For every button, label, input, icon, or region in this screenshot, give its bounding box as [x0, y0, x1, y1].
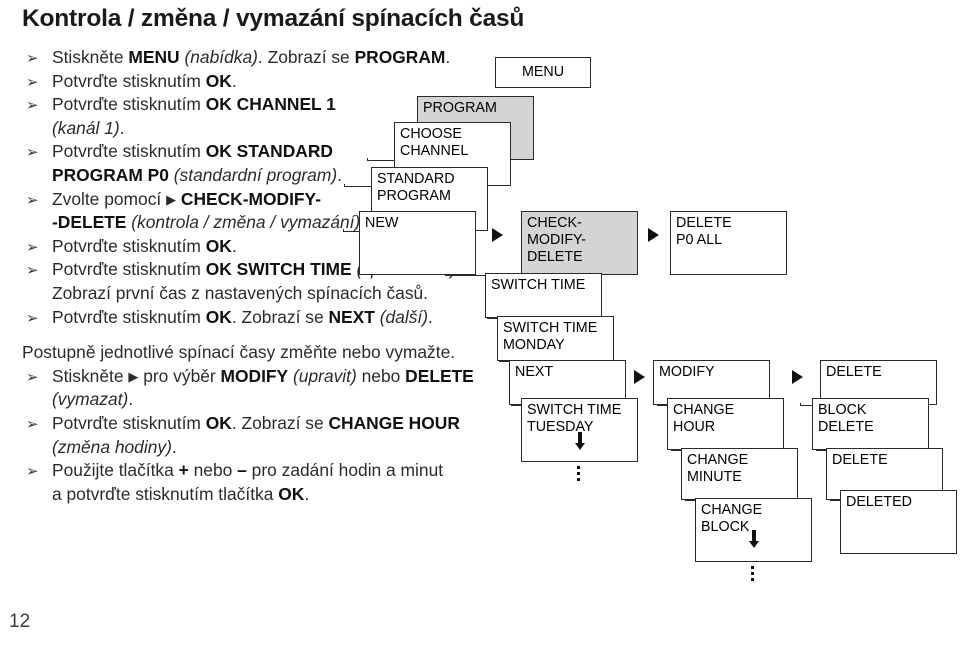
diagram-node-new: NEW [359, 211, 476, 275]
instruction-line: Stiskněte ▶ pro výběr MODIFY (upravit) n… [52, 365, 474, 386]
bullet-arrow-icon: ➢ [26, 144, 39, 162]
instruction-line: Použijte tlačítka + nebo – pro zadání ho… [52, 460, 444, 481]
diagram-node-switch-time: SWITCH TIME [485, 273, 602, 318]
bullet-arrow-icon: ➢ [26, 191, 39, 209]
arrow-head [749, 541, 759, 548]
bullet-arrow-icon: ➢ [26, 50, 39, 67]
instruction-item: ➢ Potvrďte stisknutím OK. Zobrazí se NEXT… [22, 306, 522, 330]
diagram-node-change-minute: CHANGE MINUTE [681, 448, 798, 500]
ellipsis-dot [751, 578, 754, 581]
instruction-line: a potvrďte stisknutím tlačítka OK. [52, 483, 310, 504]
diagram-node-switch-time-tuesday: SWITCH TIME TUESDAY [521, 398, 638, 462]
instruction-line: Potvrďte stisknutím OK. Zobrazí se CHANG… [52, 412, 460, 433]
diagram-node-deleted: DELETED [840, 490, 957, 554]
page-title: Kontrola / změna / vymazání spínacích ča… [22, 5, 525, 32]
instruction-item: Postupně jednotlivé spínací časy změňte … [22, 341, 522, 365]
bullet-arrow-icon: ➢ [26, 463, 39, 481]
instruction-item: ➢ Použijte tlačítka + nebo – pro zadání h… [22, 459, 522, 506]
ellipsis-dot [751, 566, 754, 569]
instruction-item: ➢ Stiskněte MENU (nabídka). Zobrazí se PR… [22, 46, 522, 70]
ellipsis-dot [577, 466, 580, 469]
instruction-spacer [22, 329, 522, 341]
instruction-line: Potvrďte stisknutím OK. Zobrazí se NEXT … [52, 306, 433, 327]
instruction-line: (změna hodiny). [52, 436, 177, 457]
right-arrow-icon [492, 228, 503, 242]
vertical-ellipsis-icon [577, 466, 580, 484]
ellipsis-dot [577, 472, 580, 475]
diagram-node-block-delete: BLOCK DELETE [812, 398, 929, 450]
diagram-node-check-modify-delete: CHECK- MODIFY- DELETE [521, 211, 638, 275]
diagram-node-change-hour: CHANGE HOUR [667, 398, 784, 450]
bullet-arrow-icon: ➢ [26, 262, 39, 280]
bullet-arrow-icon: ➢ [26, 415, 39, 433]
down-arrow-icon [575, 432, 585, 450]
diagram-node-menu: MENU [495, 57, 591, 88]
instruction-line: Zobrazí první čas z nastavených spínacíc… [52, 282, 429, 303]
bullet-arrow-icon: ➢ [26, 73, 39, 91]
instruction-line: (vymazat). [52, 389, 134, 410]
bullet-arrow-icon: ➢ [26, 238, 39, 256]
right-arrow-icon [648, 228, 659, 242]
instruction-line: Potvrďte stisknutím OK. [52, 70, 237, 91]
diagram-node-delete-p0-all: DELETE P0 ALL [670, 211, 787, 275]
diagram-node-switch-time-monday: SWITCH TIME MONDAY [497, 316, 614, 361]
ellipsis-dot [577, 478, 580, 481]
bullet-arrow-icon: ➢ [26, 309, 39, 327]
page-number: 12 [9, 611, 31, 632]
bullet-arrow-icon: ➢ [26, 97, 39, 115]
instruction-item: ➢ Stiskněte ▶ pro výběr MODIFY (upravit) … [22, 365, 522, 412]
right-triangle-icon: ▶ [166, 191, 177, 207]
ellipsis-dot [751, 572, 754, 575]
bullet-arrow-icon: ➢ [26, 368, 39, 386]
instruction-line: Postupně jednotlivé spínací časy změňte … [22, 342, 456, 363]
vertical-ellipsis-icon [751, 566, 754, 584]
down-arrow-icon [749, 530, 759, 548]
instruction-item: ➢ Potvrďte stisknutím OK. [22, 70, 522, 94]
instruction-line: Stiskněte MENU (nabídka). Zobrazí se PRO… [52, 47, 451, 67]
right-triangle-icon: ▶ [128, 368, 139, 384]
right-arrow-icon [634, 370, 645, 384]
instruction-item: ➢ Potvrďte stisknutím OK. Zobrazí se CHAN… [22, 412, 522, 459]
right-arrow-icon [792, 370, 803, 384]
arrow-head [575, 443, 585, 450]
